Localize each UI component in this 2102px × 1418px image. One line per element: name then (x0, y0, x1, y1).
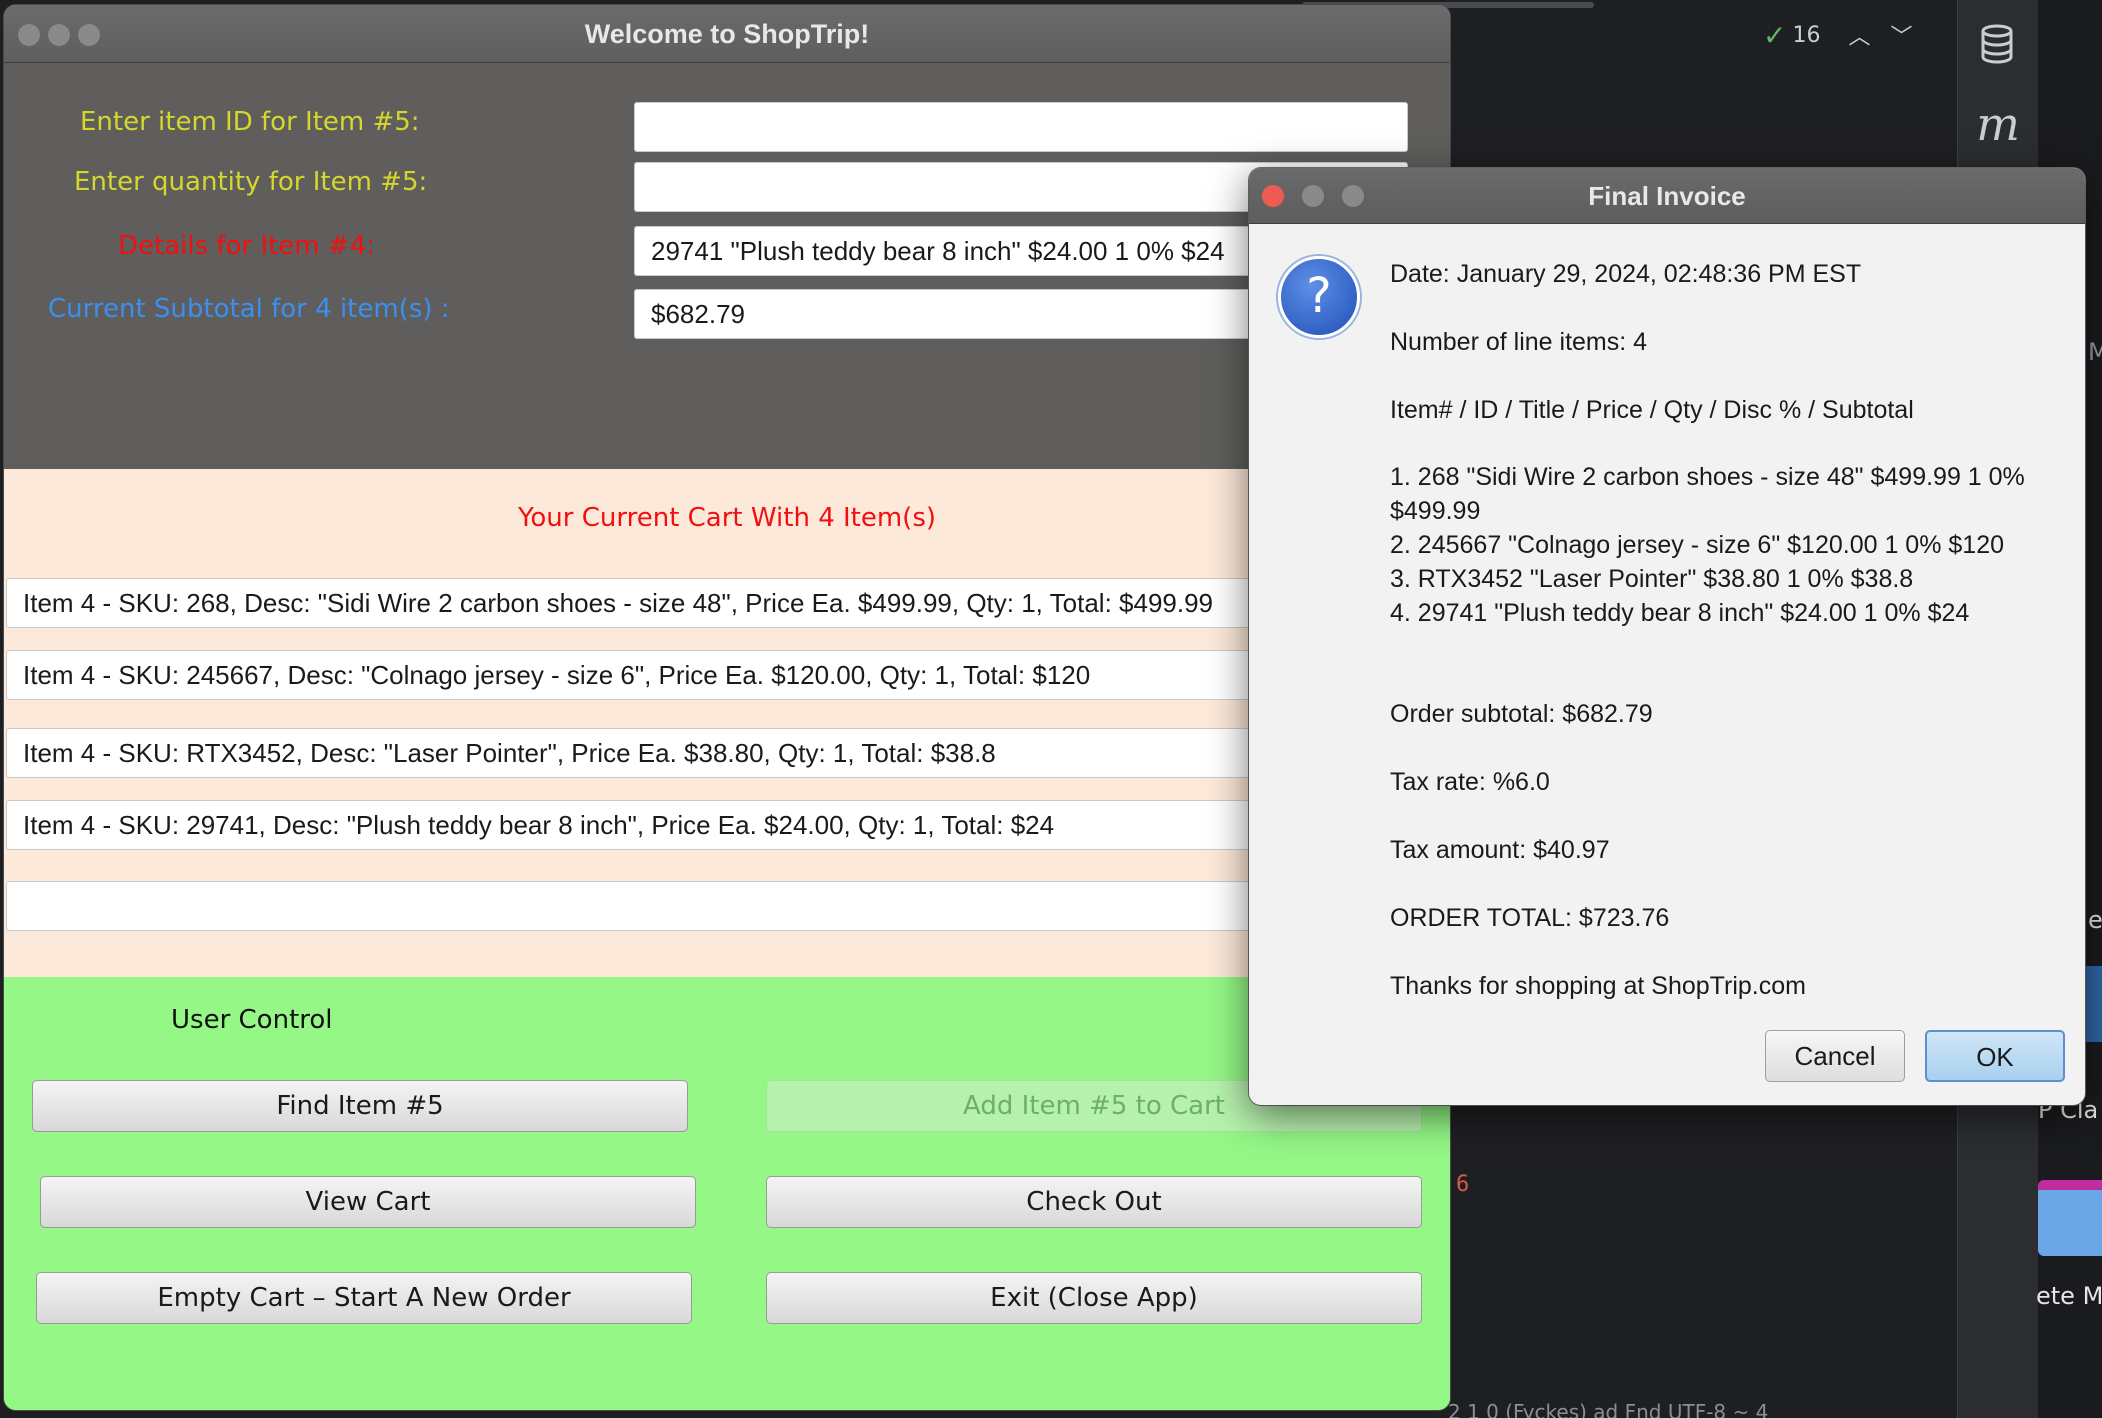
window-title: Welcome to ShopTrip! (584, 19, 870, 49)
invoice-item-continued: $499.99 (1390, 497, 1481, 525)
inspection-widget[interactable]: ✓ 16 ︿ ﹀ (1763, 18, 1913, 52)
invoice-header: Item# / ID / Title / Price / Qty / Disc … (1390, 396, 1914, 424)
cart-title: Your Current Cart With 4 Item(s) (517, 503, 937, 533)
invoice-date: Date: January 29, 2024, 02:48:36 PM EST (1390, 260, 1862, 288)
inspection-count: 16 (1792, 22, 1821, 48)
invoice-tax-rate: Tax rate: %6.0 (1390, 768, 1550, 796)
maven-icon[interactable]: m (1976, 92, 2020, 156)
check-double-icon: ✓ (1763, 18, 1787, 52)
empty-cart-button[interactable]: Empty Cart – Start A New Order (36, 1272, 692, 1324)
find-item-button[interactable]: Find Item #5 (32, 1080, 688, 1132)
invoice-item: 4. 29741 "Plush teddy bear 8 inch" $24.0… (1390, 599, 1970, 627)
chevron-up-icon[interactable]: ︿ (1848, 19, 1870, 51)
item-id-input[interactable] (634, 102, 1408, 152)
invoice-tax-amount: Tax amount: $40.97 (1390, 836, 1610, 864)
cart-line-item[interactable]: Item 4 - SKU: RTX3452, Desc: "Laser Poin… (6, 728, 1406, 778)
ide-status-bar: 2 1 0 (Fyckes) ad Fnd UTF-8 ~ 4 (1448, 1400, 1769, 1418)
cancel-button[interactable]: Cancel (1765, 1030, 1905, 1082)
gutter-line-number: 6 (1456, 1172, 1470, 1197)
subtotal-label: Current Subtotal for 4 item(s) : (48, 294, 450, 324)
invoice-thanks: Thanks for shopping at ShopTrip.com (1390, 972, 1806, 1000)
shoptrip-window: Welcome to ShopTrip! Enter item ID for I… (4, 5, 1450, 1410)
window-titlebar[interactable]: Welcome to ShopTrip! (4, 5, 1450, 63)
cart-line-item[interactable]: Item 4 - SKU: 29741, Desc: "Plush teddy … (6, 800, 1406, 850)
final-invoice-dialog: Final Invoice ? Date: January 29, 2024, … (1249, 168, 2085, 1105)
view-cart-button[interactable]: View Cart (40, 1176, 696, 1228)
cart-line-item[interactable]: Item 4 - SKU: 268, Desc: "Sidi Wire 2 ca… (6, 578, 1406, 628)
cart-line-item[interactable] (6, 881, 1406, 931)
database-icon[interactable] (1980, 24, 2014, 64)
invoice-order-subtotal: Order subtotal: $682.79 (1390, 700, 1653, 728)
invoice-line-count: Number of line items: 4 (1390, 328, 1648, 356)
user-control-label: User Control (171, 1005, 333, 1035)
cart-panel: Your Current Cart With 4 Item(s) Item 4 … (4, 469, 1450, 977)
invoice-item: 1. 268 "Sidi Wire 2 carbon shoes - size … (1390, 463, 2025, 491)
dialog-titlebar[interactable]: Final Invoice (1249, 168, 2085, 224)
item-id-label: Enter item ID for Item #5: (80, 107, 420, 137)
quantity-label: Enter quantity for Item #5: (74, 167, 428, 197)
check-out-button[interactable]: Check Out (766, 1176, 1422, 1228)
details-label: Details for Item #4: (118, 231, 375, 261)
chevron-down-icon[interactable]: ﹀ (1890, 19, 1912, 51)
user-control-panel: User Control Find Item #5 Add Item #5 to… (4, 977, 1450, 1410)
invoice-item: 3. RTX3452 "Laser Pointer" $38.80 1 0% $… (1390, 565, 1914, 593)
cropped-text: M (2088, 338, 2102, 366)
invoice-item: 2. 245667 "Colnago jersey - size 6" $120… (1390, 531, 2005, 559)
cropped-thumbnail (2038, 1180, 2102, 1256)
input-panel: Enter item ID for Item #5: Enter quantit… (4, 63, 1450, 469)
ok-button[interactable]: OK (1925, 1030, 2065, 1082)
dialog-title: Final Invoice (1588, 181, 1746, 211)
question-icon: ? (1278, 256, 1360, 338)
cropped-text: ete M (2036, 1282, 2102, 1310)
cart-line-item[interactable]: Item 4 - SKU: 245667, Desc: "Colnago jer… (6, 650, 1406, 700)
cropped-text: er (2088, 906, 2102, 934)
invoice-order-total: ORDER TOTAL: $723.76 (1390, 904, 1670, 932)
exit-button[interactable]: Exit (Close App) (766, 1272, 1422, 1324)
